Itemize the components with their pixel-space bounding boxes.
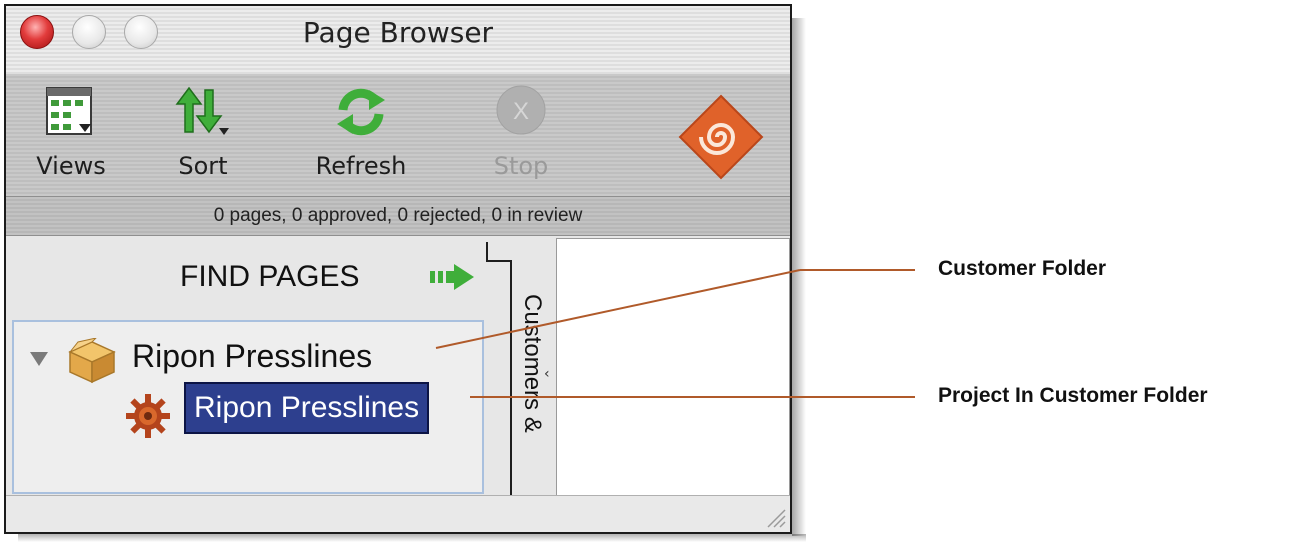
customer-folder-callout-line [435, 269, 801, 349]
project-callout: Project In Customer Folder [938, 384, 1208, 407]
customer-folder-callout: Customer Folder [938, 257, 1107, 280]
